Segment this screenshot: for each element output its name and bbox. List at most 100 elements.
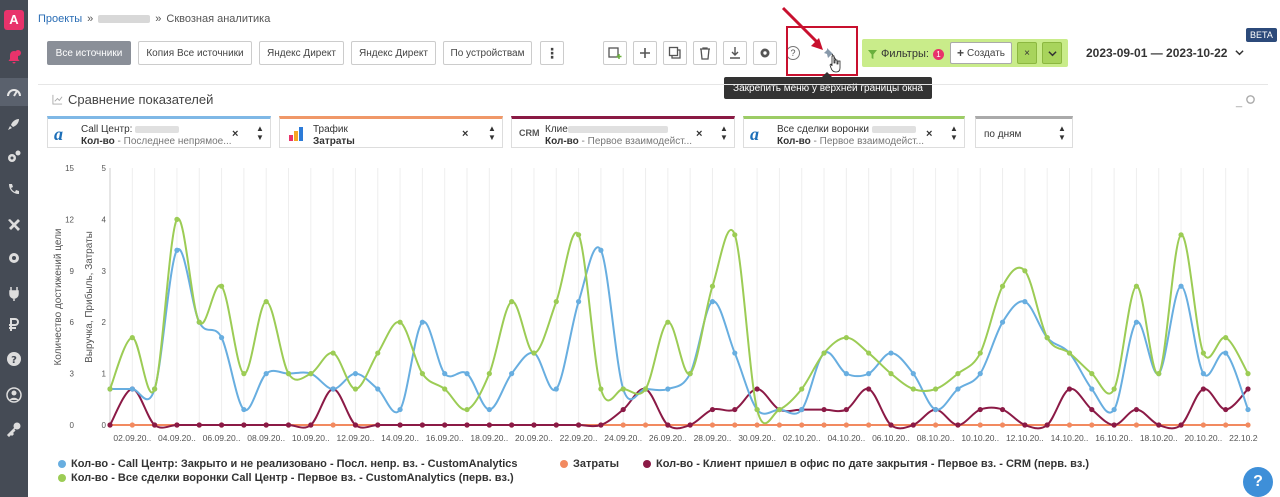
- series-point-3: [1066, 386, 1073, 392]
- selector-4-source-text: Все сделки воронки: [777, 124, 872, 135]
- series-point-1: [1178, 283, 1184, 289]
- gear-icon[interactable]: [5, 249, 23, 267]
- series-point-1: [419, 319, 425, 325]
- series-point-2: [709, 422, 716, 428]
- chevron-down-icon: [1235, 50, 1244, 56]
- series-point-3: [1223, 406, 1229, 413]
- series-point-3: [486, 422, 492, 428]
- selector-3-metric: Кол-во - Первое взаимодейст...: [545, 136, 695, 147]
- x-tick-label: 06.10.20..: [872, 433, 910, 443]
- gears-icon[interactable]: [5, 148, 23, 166]
- y-right-tick-label: 1: [102, 370, 107, 379]
- metric-selector-1[interactable]: a Call Центр: Кол-во - Последнее непрямо…: [47, 116, 271, 148]
- legend-series-2[interactable]: Затраты: [560, 458, 619, 470]
- user-icon[interactable]: [5, 386, 23, 404]
- sort-updown-icon[interactable]: ▲ ▼: [1058, 124, 1066, 142]
- series-point-3: [955, 422, 961, 428]
- create-filter-button[interactable]: + Создать: [950, 42, 1012, 64]
- plug-icon[interactable]: [5, 285, 23, 303]
- add-widget-icon: [608, 47, 622, 59]
- add-widget-button[interactable]: [603, 41, 627, 65]
- metric-selector-4[interactable]: a Все сделки воронки Кол-во - Первое вза…: [743, 116, 965, 148]
- remove-metric-1-button[interactable]: ×: [232, 128, 238, 140]
- series-point-3: [1133, 406, 1140, 413]
- series-point-1: [910, 371, 916, 377]
- period-selector[interactable]: по дням ▲ ▼: [975, 116, 1073, 148]
- question-icon[interactable]: ?: [5, 350, 23, 368]
- series-point-2: [1089, 422, 1095, 428]
- sort-updown-icon[interactable]: ▲ ▼: [720, 124, 728, 142]
- selector-4-source: Все сделки воронки: [777, 124, 927, 135]
- breadcrumb-project-name-redacted[interactable]: [98, 15, 151, 23]
- help-chat-button[interactable]: ?: [1243, 467, 1273, 497]
- remove-metric-2-button[interactable]: ×: [462, 128, 468, 140]
- remove-metric-3-button[interactable]: ×: [696, 128, 702, 140]
- filters-label[interactable]: Фильтры: 1: [868, 48, 944, 60]
- x-tick-label: 02.10.20..: [783, 433, 821, 443]
- series-point-3: [241, 422, 247, 428]
- metric-selector-2[interactable]: Трафик Затраты × ▲ ▼: [279, 116, 503, 148]
- gear-icon[interactable]: [1245, 94, 1256, 105]
- series-point-4: [352, 386, 359, 392]
- widget-controls[interactable]: _: [1236, 94, 1256, 108]
- series-point-2: [732, 422, 738, 428]
- download-button[interactable]: [723, 41, 747, 65]
- series-point-4: [308, 371, 314, 377]
- tab-yandex-direct-1[interactable]: Яндекс Директ: [259, 41, 344, 65]
- legend-series-1[interactable]: Кол-во - Call Центр: Закрыто и не реализ…: [58, 458, 518, 470]
- series-point-3: [754, 386, 760, 392]
- widget-title-text: Сравнение показателей: [68, 92, 214, 107]
- series-point-3: [218, 422, 225, 428]
- speedometer-icon[interactable]: [0, 78, 28, 106]
- y-right-tick-label: 0: [102, 421, 107, 430]
- selector-1-source: Call Центр:: [81, 124, 231, 135]
- legend-series-3[interactable]: Кол-во - Клиент пришел в офис по дате за…: [643, 458, 1089, 470]
- series-point-4: [999, 283, 1006, 289]
- x-tick-label: 24.09.20..: [604, 433, 642, 443]
- selector-3-source-text: Клие: [545, 124, 568, 135]
- x-tick-label: 14.09.20..: [381, 433, 419, 443]
- more-tabs-button[interactable]: ⋮: [540, 41, 564, 65]
- key-icon[interactable]: [5, 420, 23, 438]
- copy-button[interactable]: [663, 41, 687, 65]
- series-point-1: [263, 371, 269, 377]
- tab-by-devices[interactable]: По устройствам: [443, 41, 532, 65]
- series-point-3: [1044, 422, 1050, 428]
- date-range-picker[interactable]: 2023-09-01 — 2023-10-22: [1086, 46, 1244, 60]
- settings-button[interactable]: [753, 41, 777, 65]
- add-button[interactable]: [633, 41, 657, 65]
- remove-metric-4-button[interactable]: ×: [926, 128, 932, 140]
- comparison-chart: 03691215012345Количество достижений цели…: [53, 164, 1258, 443]
- sort-updown-icon[interactable]: ▲ ▼: [256, 124, 264, 142]
- x-tick-label: 28.09.20..: [694, 433, 732, 443]
- legend-marker: [643, 460, 651, 468]
- series-point-4: [776, 406, 783, 413]
- breadcrumb-projects-link[interactable]: Проекты: [38, 13, 82, 25]
- clear-filter-button[interactable]: ×: [1017, 42, 1037, 64]
- series-point-4: [821, 350, 827, 356]
- selector-3-source: Клие: [545, 124, 695, 135]
- tools-icon[interactable]: [5, 216, 23, 234]
- ruble-icon[interactable]: [5, 316, 23, 334]
- tab-copy-all-sources[interactable]: Копия Все источники: [138, 41, 252, 65]
- phone-icon[interactable]: [5, 181, 23, 199]
- series-point-3: [442, 422, 448, 428]
- minimize-icon[interactable]: _: [1236, 96, 1242, 108]
- series-point-1: [375, 386, 381, 392]
- series-point-2: [977, 422, 983, 428]
- y-right-axis-label: Выручка, Прибыль, Затраты: [83, 231, 95, 363]
- sort-updown-icon[interactable]: ▲ ▼: [488, 124, 496, 142]
- delete-button[interactable]: [693, 41, 717, 65]
- expand-filter-button[interactable]: [1042, 42, 1062, 64]
- series-point-4: [910, 386, 916, 392]
- app-logo[interactable]: A: [4, 10, 24, 30]
- series-point-2: [754, 422, 760, 428]
- sort-updown-icon[interactable]: ▲ ▼: [950, 124, 958, 142]
- tab-all-sources[interactable]: Все источники: [47, 41, 131, 65]
- selector-1-metric: Кол-во - Последнее непрямое...: [81, 136, 231, 147]
- redacted-text: [871, 125, 916, 133]
- legend-series-4[interactable]: Кол-во - Все сделки воронки Call Центр -…: [58, 472, 514, 484]
- tab-yandex-direct-2[interactable]: Яндекс Директ: [351, 41, 436, 65]
- rocket-icon[interactable]: [5, 115, 23, 133]
- metric-selector-3[interactable]: CRM Клие Кол-во - Первое взаимодейст... …: [511, 116, 735, 148]
